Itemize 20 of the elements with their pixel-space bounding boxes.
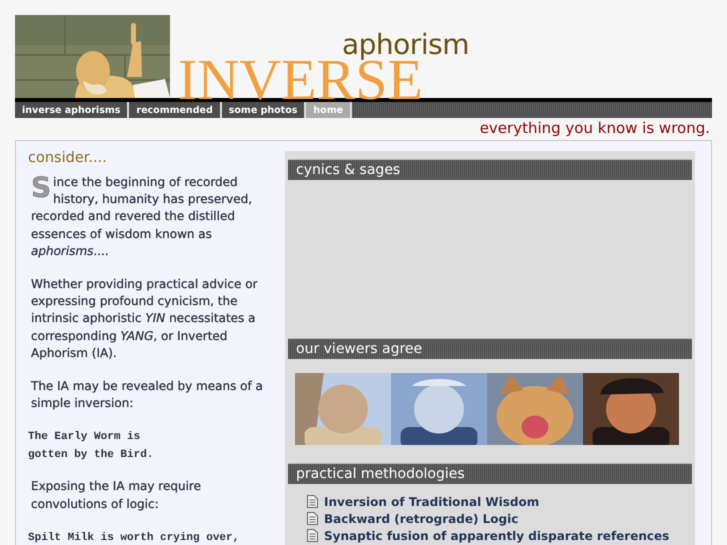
panel-header: practical methodologies [288,463,692,484]
section-title: consider.... [28,150,108,166]
document-icon [307,512,318,525]
document-icon [307,529,318,542]
example-line: Spilt Milk is worth crying over, [28,530,240,545]
tagline: everything you know is wrong. [480,119,710,137]
article-link[interactable]: Inversion of Traditional Wisdom [324,494,540,508]
paragraph: The IA may be revealed by means of a simple inversion: [31,378,264,412]
paragraph: Exposing the IA may require convolutions of logic: [31,478,202,513]
document-icon [307,495,318,508]
paragraph: Whether providing practical advice or expressing profound cynicism, the intrinsic aphoristic YIN necessitates a corresponding YANG, or Inverted Aphorism (IA). [31,276,258,362]
example-line: The Early Worm is [28,430,142,446]
article-link[interactable]: Backward (retrograde) Logic [324,512,518,526]
example-line: gotten by the Bird. [28,448,154,464]
article-link[interactable]: Synaptic fusion of apparently disparate references [324,528,670,542]
panel-header: our viewers agree [288,338,692,359]
nav-tab[interactable]: recommended [129,102,222,118]
panel-header: cynics & sages [288,159,692,180]
nav-tab[interactable]: some photos [222,102,306,118]
nav-tab[interactable]: inverse aphorisms [15,102,130,118]
